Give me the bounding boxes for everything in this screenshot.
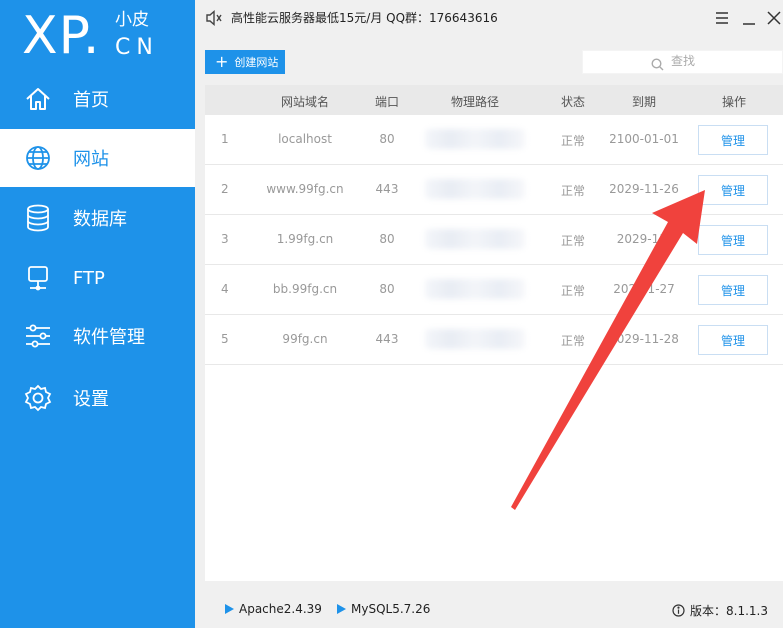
manage-button[interactable]: 管理 xyxy=(698,125,768,155)
info-icon xyxy=(672,604,685,617)
row-path-redacted xyxy=(425,129,525,149)
table-header: 网站域名 端口 物理路径 状态 到期 操作 xyxy=(205,85,783,115)
search-input[interactable] xyxy=(671,54,771,68)
apache-service[interactable]: Apache2.4.39 xyxy=(225,602,322,616)
manage-button[interactable]: 管理 xyxy=(698,275,768,305)
row-path-redacted xyxy=(425,329,525,349)
row-port: 80 xyxy=(379,232,395,246)
sidebar-item-label: 软件管理 xyxy=(73,327,145,348)
row-domain: 1.99fg.cn xyxy=(276,232,334,246)
row-expiry: 2029-11- xyxy=(616,232,672,246)
logo-sub: CN xyxy=(115,35,159,60)
row-index: 1 xyxy=(221,132,229,146)
manage-button[interactable]: 管理 xyxy=(698,175,768,205)
globe-icon xyxy=(24,144,52,172)
close-icon[interactable] xyxy=(767,10,781,25)
mysql-service[interactable]: MySQL5.7.26 xyxy=(337,602,430,616)
table-row: 1 localhost 80 正常 2100-01-01 管理 xyxy=(205,115,783,165)
row-domain: 99fg.cn xyxy=(282,332,328,346)
column-header-expiry: 到期 xyxy=(631,95,657,109)
sidebar-item-ftp[interactable]: FTP xyxy=(0,249,195,307)
row-index: 5 xyxy=(221,332,229,346)
create-site-button[interactable]: + 创建网站 xyxy=(205,50,285,74)
sidebar: XP. 小皮 CN 首页 网站 数据库 FTP 软件管理 设置 xyxy=(0,0,195,628)
column-header-port: 端口 xyxy=(374,95,400,109)
home-icon xyxy=(24,85,52,113)
create-site-label: 创建网站 xyxy=(234,56,279,69)
column-header-action: 操作 xyxy=(721,95,747,109)
search-box xyxy=(582,50,783,74)
logo-main: XP. xyxy=(22,6,101,66)
row-port: 80 xyxy=(379,132,395,146)
plus-icon: + xyxy=(215,52,229,71)
row-index: 3 xyxy=(221,232,229,246)
row-port: 443 xyxy=(375,332,399,346)
table-row: 2 www.99fg.cn 443 正常 2029-11-26 管理 xyxy=(205,165,783,215)
version-info: 版本：8.1.1.3 xyxy=(672,602,768,619)
minimize-icon[interactable] xyxy=(741,10,757,26)
column-header-status: 状态 xyxy=(560,95,586,109)
speaker-icon xyxy=(205,9,223,27)
ftp-server-icon xyxy=(24,264,52,292)
row-port: 443 xyxy=(375,182,399,196)
version-label: 版本：8.1.1.3 xyxy=(690,604,768,618)
row-status: 正常 xyxy=(560,284,586,298)
announcement-text[interactable]: 高性能云服务器最低15元/月 QQ群：176643616 xyxy=(231,9,498,26)
sidebar-item-label: 设置 xyxy=(73,389,109,410)
sidebar-item-settings[interactable]: 设置 xyxy=(0,369,195,427)
row-port: 80 xyxy=(379,282,395,296)
sidebar-item-label: 首页 xyxy=(73,90,109,111)
database-icon xyxy=(24,204,52,232)
manage-button[interactable]: 管理 xyxy=(698,225,768,255)
sidebar-item-home[interactable]: 首页 xyxy=(0,70,195,128)
row-index: 2 xyxy=(221,182,229,196)
row-path-redacted xyxy=(425,229,525,249)
search-icon xyxy=(651,56,664,71)
table-row: 5 99fg.cn 443 正常 2029-11-28 管理 xyxy=(205,315,783,365)
row-status: 正常 xyxy=(560,334,586,348)
sidebar-item-label: 网站 xyxy=(73,149,109,170)
row-path-redacted xyxy=(425,279,525,299)
row-domain: bb.99fg.cn xyxy=(272,282,338,296)
top-bar: 高性能云服务器最低15元/月 QQ群：176643616 xyxy=(195,0,783,36)
row-expiry: 2029-11-28 xyxy=(609,332,679,346)
row-expiry: 2029-11-26 xyxy=(609,182,679,196)
mysql-label: MySQL5.7.26 xyxy=(351,602,431,616)
sites-table: 网站域名 端口 物理路径 状态 到期 操作 1 localhost 80 正常 … xyxy=(205,85,783,581)
apache-label: Apache2.4.39 xyxy=(239,602,322,616)
table-row: 4 bb.99fg.cn 80 正常 2029 1-27 管理 xyxy=(205,265,783,315)
menu-icon[interactable] xyxy=(714,10,730,26)
row-path-redacted xyxy=(425,179,525,199)
play-icon xyxy=(225,604,234,614)
table-row: 3 1.99fg.cn 80 正常 2029-11- 管理 xyxy=(205,215,783,265)
manage-button[interactable]: 管理 xyxy=(698,325,768,355)
sidebar-item-label: 数据库 xyxy=(73,209,127,230)
logo-cn: 小皮 xyxy=(115,10,149,30)
sidebar-item-website[interactable]: 网站 xyxy=(0,129,195,187)
status-bar: Apache2.4.39 MySQL5.7.26 版本：8.1.1.3 xyxy=(195,591,783,628)
row-expiry: 2029 1-27 xyxy=(613,282,675,296)
sidebar-item-label: FTP xyxy=(73,267,105,289)
row-status: 正常 xyxy=(560,184,586,198)
sidebar-item-database[interactable]: 数据库 xyxy=(0,189,195,247)
row-expiry: 2100-01-01 xyxy=(609,132,679,146)
play-icon xyxy=(337,604,346,614)
column-header-domain: 网站域名 xyxy=(280,95,330,109)
row-domain: localhost xyxy=(278,132,332,146)
sidebar-item-software[interactable]: 软件管理 xyxy=(0,307,195,365)
column-header-path: 物理路径 xyxy=(450,95,500,109)
gear-icon xyxy=(24,384,52,412)
row-status: 正常 xyxy=(560,134,586,148)
row-index: 4 xyxy=(221,282,229,296)
row-status: 正常 xyxy=(560,234,586,248)
row-domain: www.99fg.cn xyxy=(266,182,344,196)
sliders-icon xyxy=(24,322,52,350)
